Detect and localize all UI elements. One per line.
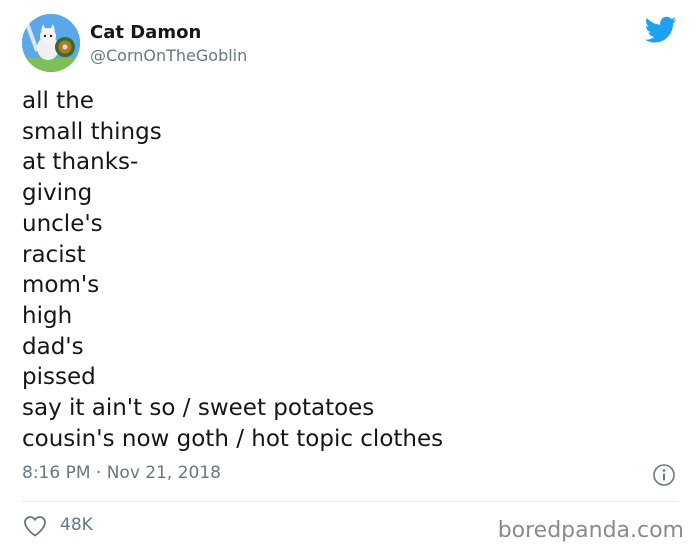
heart-icon[interactable] xyxy=(23,515,47,537)
tweet-timestamp[interactable]: 8:16 PM · Nov 21, 2018 xyxy=(22,463,221,483)
tweet-line: mom's xyxy=(22,272,100,299)
tweet-line: say it ain't so / sweet potatoes xyxy=(22,395,375,422)
avatar-image xyxy=(22,14,80,72)
divider xyxy=(22,501,678,502)
tweet-line: at thanks- xyxy=(22,149,139,176)
tweet-line: high xyxy=(22,302,73,329)
tweet-line: small things xyxy=(22,118,162,145)
info-icon[interactable] xyxy=(652,463,676,487)
tweet-text: all the small things at thanks- giving u… xyxy=(22,86,443,454)
tweet-line: pissed xyxy=(22,364,96,391)
avatar[interactable] xyxy=(22,14,80,72)
tweet-line: cousin's now goth / hot topic clothes xyxy=(22,425,444,452)
author-display-name[interactable]: Cat Damon xyxy=(90,22,201,43)
tweet-card: Cat Damon @CornOnTheGoblin all the small… xyxy=(0,0,700,555)
twitter-bird-icon[interactable] xyxy=(645,16,677,44)
tweet-line: giving xyxy=(22,180,93,207)
tweet-line: racist xyxy=(22,241,86,268)
tweet-line: uncle's xyxy=(22,210,103,237)
watermark: boredpanda.com xyxy=(497,518,684,543)
like-count[interactable]: 48K xyxy=(60,515,93,535)
tweet-line: dad's xyxy=(22,333,84,360)
tweet-line: all the xyxy=(22,88,94,114)
author-handle[interactable]: @CornOnTheGoblin xyxy=(90,46,247,65)
